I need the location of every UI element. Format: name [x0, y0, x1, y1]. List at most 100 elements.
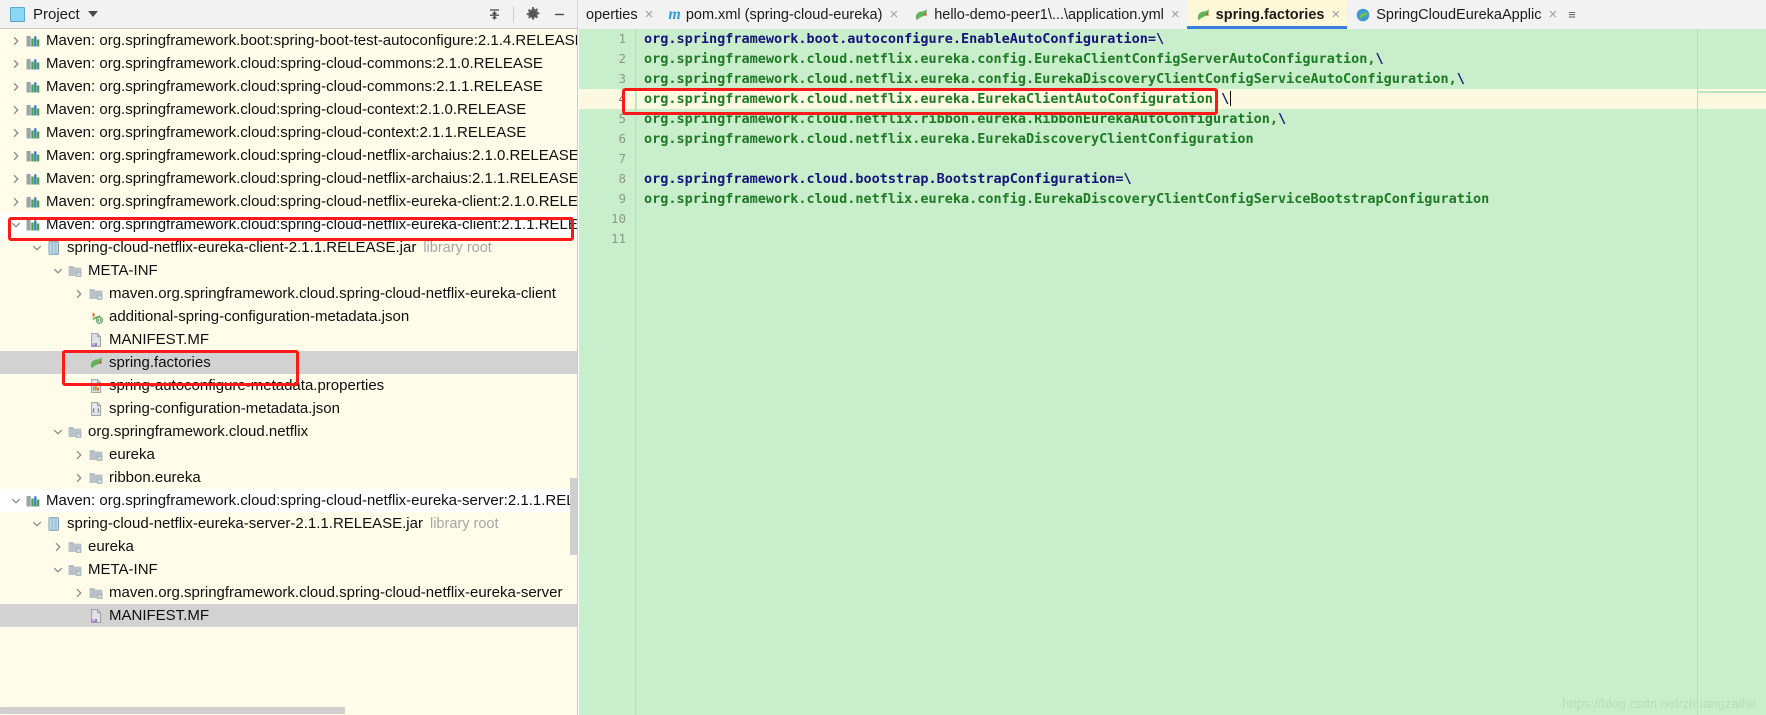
close-icon[interactable]: × [889, 7, 898, 22]
chevron-right-icon[interactable] [50, 535, 66, 558]
chevron-right-icon[interactable] [8, 167, 24, 190]
tree-row[interactable]: spring-configuration-metadata.json [0, 397, 577, 420]
code-line[interactable]: org.springframework.cloud.netflix.eureka… [637, 69, 1766, 89]
tree-row[interactable]: spring-cloud-netflix-eureka-server-2.1.1… [0, 512, 577, 535]
code-line[interactable]: org.springframework.cloud.netflix.eureka… [637, 129, 1766, 149]
close-icon[interactable]: × [1331, 7, 1340, 22]
chevron-down-icon[interactable] [50, 558, 66, 581]
tree-arrow-placeholder [71, 374, 87, 397]
editor-tab-1[interactable]: operties × [578, 0, 660, 29]
svg-text:MF: MF [92, 342, 96, 346]
code-line[interactable]: org.springframework.boot.autoconfigure.E… [637, 29, 1766, 49]
chevron-down-icon[interactable] [8, 213, 24, 236]
toolwindow-actions [482, 2, 577, 26]
editor-tab-3[interactable]: hello-demo-peer1\...\application.yml × [905, 0, 1186, 29]
maven-library-icon [24, 492, 42, 510]
tree-row-label: Maven: org.springframework.cloud:spring-… [46, 101, 527, 118]
code-line[interactable]: org.springframework.cloud.netflix.eureka… [637, 189, 1766, 209]
project-toolwindow-header[interactable]: Project [0, 0, 578, 28]
tree-row[interactable]: Maven: org.springframework.cloud:spring-… [0, 75, 577, 98]
tree-horizontal-scrollbar-thumb[interactable] [0, 707, 345, 714]
tree-row[interactable]: Maven: org.springframework.cloud:spring-… [0, 213, 577, 236]
code-editor[interactable]: 1 2 3 4 5 6 7 8 9 10 11 org.springframework.boot.a… [579, 29, 1766, 715]
tree-row[interactable]: Maven: org.springframework.cloud:spring-… [0, 167, 577, 190]
chevron-right-icon[interactable] [8, 98, 24, 121]
tree-row-label: Maven: org.springframework.boot:spring-b… [46, 32, 578, 49]
code-line[interactable]: org.springframework.cloud.bootstrap.Boot… [637, 169, 1766, 189]
manifest-icon: MF [87, 607, 105, 625]
tree-row[interactable]: Maven: org.springframework.cloud:spring-… [0, 190, 577, 213]
code-line[interactable] [637, 229, 1766, 249]
gear-icon[interactable] [521, 2, 545, 26]
editor-tab-4[interactable]: spring.factories × [1186, 0, 1348, 29]
chevron-right-icon[interactable] [8, 144, 24, 167]
chevron-down-icon[interactable] [87, 11, 98, 17]
chevron-right-icon[interactable] [8, 29, 24, 52]
tree-row[interactable]: Maven: org.springframework.cloud:spring-… [0, 489, 577, 512]
spring-leaf-icon [1195, 7, 1211, 23]
tree-row-label: Maven: org.springframework.cloud:spring-… [46, 78, 543, 95]
tree-row[interactable]: Maven: org.springframework.boot:spring-b… [0, 29, 577, 52]
hide-window-icon[interactable] [547, 2, 571, 26]
chevron-down-icon[interactable] [29, 236, 45, 259]
chevron-right-icon[interactable] [71, 581, 87, 604]
close-icon[interactable]: × [1548, 7, 1557, 22]
tree-row[interactable]: Maven: org.springframework.cloud:spring-… [0, 98, 577, 121]
chevron-right-icon[interactable] [8, 75, 24, 98]
project-tree-panel[interactable]: Maven: org.springframework.boot:spring-b… [0, 29, 578, 715]
tree-row[interactable]: spring-autoconfigure-metadata.properties [0, 374, 577, 397]
tree-row[interactable]: META-INF [0, 259, 577, 282]
tree-row[interactable]: additional-spring-configuration-metadata… [0, 305, 577, 328]
close-icon[interactable]: × [1171, 7, 1180, 22]
manifest-icon: MF [87, 331, 105, 349]
spring-leaf-icon [87, 354, 105, 372]
editor-code-area[interactable]: org.springframework.boot.autoconfigure.E… [637, 29, 1766, 715]
tab-overflow-menu-icon[interactable]: ≡ [1564, 0, 1580, 29]
tree-row[interactable]: MF MANIFEST.MF [0, 604, 577, 627]
code-line[interactable]: org.springframework.cloud.netflix.eureka… [637, 49, 1766, 69]
jar-icon [45, 515, 63, 533]
tree-row-label: spring-cloud-netflix-eureka-server-2.1.1… [67, 515, 423, 532]
tree-row[interactable]: maven.org.springframework.cloud.spring-c… [0, 581, 577, 604]
tree-row[interactable]: maven.org.springframework.cloud.spring-c… [0, 282, 577, 305]
tree-row[interactable]: ribbon.eureka [0, 466, 577, 489]
collapse-all-icon[interactable] [482, 2, 506, 26]
tree-row[interactable]: spring-cloud-netflix-eureka-client-2.1.1… [0, 236, 577, 259]
code-line[interactable]: org.springframework.cloud.netflix.ribbon… [637, 109, 1766, 129]
tree-row[interactable]: eureka [0, 443, 577, 466]
chevron-right-icon[interactable] [71, 282, 87, 305]
code-line-text: org.springframework.cloud.netflix.eureka… [644, 71, 1457, 87]
tree-row-sublabel: library root [429, 515, 499, 532]
chevron-down-icon[interactable] [29, 512, 45, 535]
code-line[interactable] [637, 209, 1766, 229]
jar-icon [45, 239, 63, 257]
editor-tab-2[interactable]: m pom.xml (spring-cloud-eureka) × [660, 0, 905, 29]
code-line[interactable] [637, 149, 1766, 169]
folder-package-icon [66, 538, 84, 556]
chevron-down-icon[interactable] [50, 259, 66, 282]
tree-row[interactable]: org.springframework.cloud.netflix [0, 420, 577, 443]
close-icon[interactable]: × [645, 7, 654, 22]
tree-row[interactable]: META-INF [0, 558, 577, 581]
tree-row-label: Maven: org.springframework.cloud:spring-… [46, 170, 578, 187]
code-line-text: org.springframework.cloud.netflix.ribbon… [644, 111, 1278, 127]
code-line-text: org.springframework.cloud.netflix.eureka… [644, 51, 1376, 67]
code-line[interactable]: org.springframework.cloud.netflix.eureka… [637, 89, 1766, 109]
tree-horizontal-scrollbar-track[interactable] [0, 706, 577, 715]
code-line-continuation: \ [1375, 51, 1384, 67]
tree-row[interactable]: spring.factories [0, 351, 577, 374]
tree-row[interactable]: eureka [0, 535, 577, 558]
chevron-right-icon[interactable] [8, 190, 24, 213]
chevron-right-icon[interactable] [8, 52, 24, 75]
tree-row[interactable]: Maven: org.springframework.cloud:spring-… [0, 144, 577, 167]
chevron-right-icon[interactable] [71, 443, 87, 466]
editor-tab-5[interactable]: SpringCloudEurekaApplic × [1347, 0, 1564, 29]
tree-row[interactable]: Maven: org.springframework.cloud:spring-… [0, 52, 577, 75]
chevron-right-icon[interactable] [71, 466, 87, 489]
tree-row[interactable]: MF MANIFEST.MF [0, 328, 577, 351]
tree-vertical-scrollbar[interactable] [570, 478, 577, 555]
chevron-down-icon[interactable] [8, 489, 24, 512]
tree-row[interactable]: Maven: org.springframework.cloud:spring-… [0, 121, 577, 144]
chevron-down-icon[interactable] [50, 420, 66, 443]
chevron-right-icon[interactable] [8, 121, 24, 144]
